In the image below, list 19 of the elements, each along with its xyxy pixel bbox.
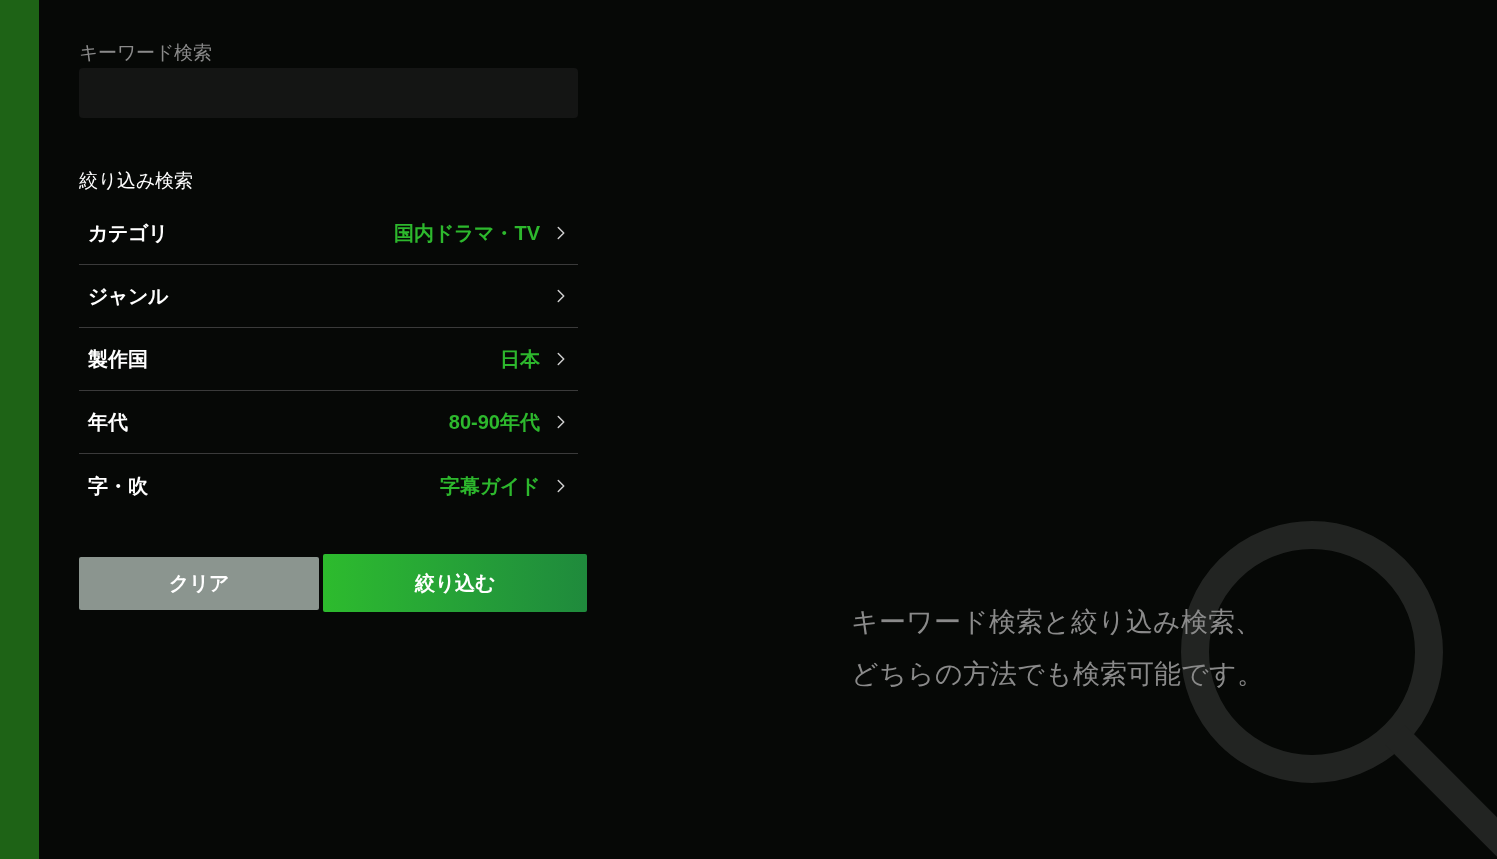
section-heading: 絞り込み検索 (79, 169, 194, 193)
field-label: キーワード検索 (79, 41, 213, 65)
filter-row[interactable]: 年代 80-90年代 (79, 391, 578, 454)
filter-value: 字幕ガイド (440, 473, 540, 499)
hint-text: どちらの方法でも検索可能です。 (851, 658, 1265, 691)
filter-row[interactable]: 字・吹 字幕ガイド (79, 454, 578, 517)
filter-value: 日本 (500, 347, 540, 372)
filter-label: ジャンル (88, 284, 168, 309)
filter-row[interactable]: 製作国 日本 (79, 328, 578, 391)
hint-text: キーワード検索と絞り込み検索、 (851, 606, 1263, 639)
filter-label: 年代 (88, 410, 128, 435)
filter-label: カテゴリ (88, 221, 168, 246)
filter-value: 80-90年代 (448, 410, 540, 435)
filter-row[interactable]: ジャンル (79, 265, 578, 328)
filter-label: 製作国 (88, 347, 148, 372)
filter-row[interactable]: カテゴリ 国内ドラマ・TV (79, 202, 578, 265)
filter-value: 国内ドラマ・TV (394, 221, 540, 246)
filter-label: 字・吹 (88, 473, 148, 499)
search-icon (1180, 520, 1497, 859)
